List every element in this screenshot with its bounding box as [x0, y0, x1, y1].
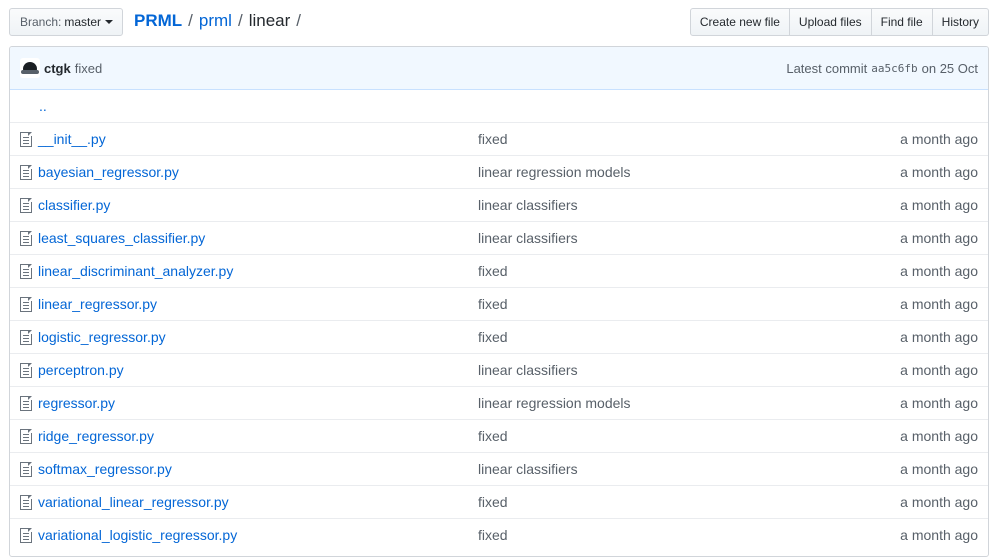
table-row: variational_linear_regressor.py fixed a mo… [10, 485, 988, 518]
file-text-icon [20, 198, 32, 213]
parent-directory-row: .. [10, 90, 988, 122]
file-name-link[interactable]: linear_regressor.py [38, 296, 157, 312]
file-text-icon [20, 495, 32, 510]
table-row: bayesian_regressor.py linear regression m… [10, 155, 988, 188]
breadcrumb: PRML / prml / linear / [134, 11, 307, 31]
commit-message-link[interactable]: fixed [478, 263, 508, 279]
commit-message-link[interactable]: linear classifiers [478, 230, 578, 246]
commit-age: a month ago [900, 230, 978, 246]
file-text-icon [20, 165, 32, 180]
commit-message-link[interactable]: linear classifiers [478, 461, 578, 477]
parent-directory-link[interactable]: .. [39, 98, 47, 114]
commit-meta: Latest commit aa5c6fb on 25 Oct [786, 47, 978, 90]
commit-age: a month ago [900, 494, 978, 510]
file-text-icon [20, 462, 32, 477]
table-row: linear_regressor.py fixed a month ago [10, 287, 988, 320]
table-row: least_squares_classifier.py linear classi… [10, 221, 988, 254]
commit-age: a month ago [900, 197, 978, 213]
file-text-icon [20, 297, 32, 312]
commit-message-link[interactable]: fixed [478, 494, 508, 510]
file-name-link[interactable]: regressor.py [38, 395, 115, 411]
file-text-icon [20, 396, 32, 411]
commit-message-link[interactable]: fixed [478, 428, 508, 444]
create-new-file-button[interactable]: Create new file [689, 8, 790, 36]
commit-age: a month ago [900, 395, 978, 411]
table-row: perceptron.py linear classifiers a month a… [10, 353, 988, 386]
commit-message-link[interactable]: linear regression models [478, 395, 631, 411]
commit-message-link[interactable]: linear classifiers [478, 362, 578, 378]
breadcrumb-current: linear [248, 11, 291, 30]
commit-date: on 25 Oct [921, 61, 978, 76]
table-row: regressor.py linear regression models a mo… [10, 386, 988, 419]
file-name-link[interactable]: __init__.py [38, 131, 106, 147]
latest-commit-bar: ctgk fixed Latest commit aa5c6fb on 25 O… [10, 47, 988, 90]
breadcrumb-separator: / [296, 11, 302, 30]
commit-age: a month ago [900, 164, 978, 180]
commit-message-link[interactable]: linear regression models [478, 164, 631, 180]
file-text-icon [20, 528, 32, 543]
table-row: __init__.py fixed a month ago [10, 122, 988, 155]
file-name-link[interactable]: linear_discriminant_analyzer.py [38, 263, 233, 279]
file-name-link[interactable]: softmax_regressor.py [38, 461, 172, 477]
file-actions-group: Create new file Upload files Find file H… [689, 8, 989, 36]
file-text-icon [20, 330, 32, 345]
commit-message-link[interactable]: fixed [75, 61, 102, 76]
table-row: linear_discriminant_analyzer.py fixed a mo… [10, 254, 988, 287]
table-row: ridge_regressor.py fixed a month ago [10, 419, 988, 452]
file-text-icon [20, 264, 32, 279]
avatar[interactable] [20, 58, 40, 78]
commit-age: a month ago [900, 461, 978, 477]
breadcrumb-path-link[interactable]: prml [199, 11, 232, 31]
file-name-link[interactable]: variational_logistic_regressor.py [38, 527, 237, 543]
commit-message-link[interactable]: fixed [478, 296, 508, 312]
breadcrumb-separator: / [237, 11, 243, 30]
file-name-link[interactable]: least_squares_classifier.py [38, 230, 205, 246]
file-name-link[interactable]: logistic_regressor.py [38, 329, 166, 345]
table-row: softmax_regressor.py linear classifiers a … [10, 452, 988, 485]
file-text-icon [20, 231, 32, 246]
branch-name: master [64, 15, 102, 29]
history-button[interactable]: History [932, 8, 989, 36]
file-text-icon [20, 429, 32, 444]
commit-author-link[interactable]: ctgk [44, 61, 71, 76]
file-name-link[interactable]: perceptron.py [38, 362, 124, 378]
find-file-button[interactable]: Find file [871, 8, 933, 36]
table-row: logistic_regressor.py fixed a month ago [10, 320, 988, 353]
commit-age: a month ago [900, 329, 978, 345]
commit-age: a month ago [900, 527, 978, 543]
latest-commit-label: Latest commit [786, 61, 868, 76]
file-name-link[interactable]: variational_linear_regressor.py [38, 494, 229, 510]
branch-prefix: Branch: [20, 15, 62, 29]
breadcrumb-separator: / [188, 11, 193, 30]
file-text-icon [20, 132, 32, 147]
commit-message-link[interactable]: linear classifiers [478, 197, 578, 213]
caret-down-icon [105, 20, 114, 24]
breadcrumb-repo-link[interactable]: PRML [134, 11, 182, 31]
commit-age: a month ago [900, 296, 978, 312]
file-name-link[interactable]: classifier.py [38, 197, 110, 213]
file-navigation: Branch: master PRML / prml / linear / Cr… [0, 0, 994, 44]
file-rows: __init__.py fixed a month ago bayesian_regr… [10, 122, 988, 551]
file-name-link[interactable]: bayesian_regressor.py [38, 164, 179, 180]
table-row: variational_logistic_regressor.py fixed a … [10, 518, 988, 551]
commit-sha-link[interactable]: aa5c6fb [871, 62, 917, 75]
table-row: classifier.py linear classifiers a month a… [10, 188, 988, 221]
commit-message-link[interactable]: fixed [478, 329, 508, 345]
file-list: ctgk fixed Latest commit aa5c6fb on 25 O… [9, 46, 989, 557]
commit-message-link[interactable]: fixed [478, 527, 508, 543]
commit-age: a month ago [900, 263, 978, 279]
commit-age: a month ago [900, 428, 978, 444]
upload-files-button[interactable]: Upload files [789, 8, 872, 36]
commit-message-link[interactable]: fixed [478, 131, 508, 147]
commit-age: a month ago [900, 362, 978, 378]
branch-select-button[interactable]: Branch: master [9, 8, 123, 36]
commit-age: a month ago [900, 131, 978, 147]
file-text-icon [20, 363, 32, 378]
file-name-link[interactable]: ridge_regressor.py [38, 428, 154, 444]
